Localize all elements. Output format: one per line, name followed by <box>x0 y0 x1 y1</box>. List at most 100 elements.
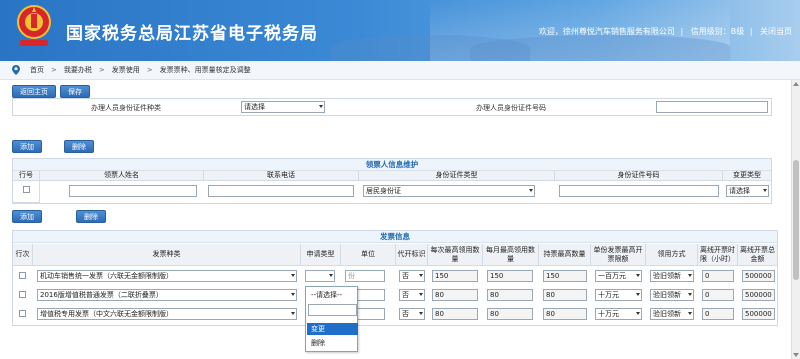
col-hold-max: 持票最高数量 <box>539 244 591 266</box>
site-title: 国家税务总局江苏省电子税务局 <box>66 24 318 44</box>
invoice-type-select[interactable]: 机动车销售统一发票（六联无金额限制版） <box>37 270 297 282</box>
recipient-id-type-select[interactable]: 居民身份证 <box>363 185 535 197</box>
delete-invoice-button[interactable]: 删除 <box>76 210 106 223</box>
add-invoice-button[interactable]: 添加 <box>12 210 42 223</box>
chevron-down-icon <box>763 189 767 192</box>
handler-form: 办理人员身份证件种类 请选择 办理人员身份证件号码 <box>12 98 772 116</box>
recipient-id-type-value: 居民身份证 <box>366 187 401 195</box>
handler-id-type-label: 办理人员身份证件种类 <box>91 104 161 112</box>
col-offline-amount: 离线开票总金额 <box>738 244 777 266</box>
chevron-down-icon <box>291 312 295 315</box>
col-id-type: 身份证件类型 <box>359 171 555 181</box>
per-month-input[interactable]: 80 <box>487 289 533 301</box>
chevron-down-icon <box>688 293 692 296</box>
change-type-value: 请选择 <box>729 187 750 195</box>
offline-hours-input[interactable]: 0 <box>702 308 734 320</box>
dropdown-option-change[interactable]: 变更 <box>307 323 358 335</box>
dropdown-option-delete[interactable]: 删除 <box>307 337 358 349</box>
breadcrumb-tax[interactable]: 我要办税 <box>64 65 92 75</box>
row-checkbox[interactable] <box>19 291 26 298</box>
single-limit-select[interactable]: 十万元 <box>595 289 642 301</box>
delete-recipient-button[interactable]: 删除 <box>64 140 94 153</box>
breadcrumb-separator: > <box>98 66 105 74</box>
vertical-scrollbar[interactable] <box>791 80 800 359</box>
save-button[interactable]: 保存 <box>60 85 90 98</box>
add-recipient-button[interactable]: 添加 <box>12 140 42 153</box>
col-phone: 联系电话 <box>204 171 359 181</box>
handler-id-type-value: 请选择 <box>244 103 265 111</box>
col-unit: 单位 <box>341 244 396 266</box>
single-limit-select[interactable]: 一百万元 <box>595 270 642 282</box>
hold-max-input[interactable]: 80 <box>543 308 587 320</box>
col-change-type: 变更类型 <box>723 171 771 181</box>
invoice-type-value: 增值税专用发票（中文六联无金额限制版） <box>40 310 173 318</box>
back-home-button[interactable]: 返回主页 <box>12 85 56 98</box>
chevron-down-icon <box>688 312 692 315</box>
hold-max-input[interactable]: 80 <box>543 289 587 301</box>
row-checkbox[interactable] <box>19 272 26 279</box>
chevron-down-icon <box>419 274 423 277</box>
chevron-down-icon <box>329 274 333 277</box>
dropdown-placeholder[interactable]: --请选择-- <box>307 289 358 301</box>
chevron-down-icon <box>291 274 295 277</box>
invoice-type-select[interactable]: 增值税专用发票（中文六联无金额限制版） <box>37 308 297 320</box>
offline-amount-input[interactable]: 500000 <box>742 289 775 301</box>
chevron-down-icon <box>636 274 640 277</box>
col-row-no: 行号 <box>13 171 40 181</box>
unit-input[interactable]: 份 <box>345 270 385 282</box>
handler-id-no-label: 办理人员身份证件号码 <box>476 104 546 112</box>
close-page-link[interactable]: 关闭当页 <box>760 27 792 36</box>
apply-type-dropdown[interactable]: --请选择-- 变更 删除 <box>305 286 358 352</box>
per-month-input[interactable]: 80 <box>487 308 533 320</box>
scroll-up-icon[interactable] <box>793 82 799 86</box>
recipient-section-title: 领票人信息维护 <box>13 159 771 171</box>
scroll-down-icon[interactable] <box>793 353 799 357</box>
chevron-down-icon <box>688 274 692 277</box>
invoice-section-title: 发票信息 <box>13 231 777 243</box>
method-value: 验旧领新 <box>653 272 681 280</box>
col-method: 领用方式 <box>646 244 698 266</box>
method-select[interactable]: 验旧领新 <box>650 270 694 282</box>
breadcrumb-home[interactable]: 首页 <box>30 65 44 75</box>
col-per-month: 每月最高领用数量 <box>483 244 539 266</box>
invoice-type-select[interactable]: 2016版增值税普通发票（二联折叠票） <box>37 289 297 301</box>
method-select[interactable]: 验旧领新 <box>650 289 694 301</box>
single-limit-select[interactable]: 十万元 <box>595 308 642 320</box>
agent-flag-select[interactable]: 否 <box>399 289 425 301</box>
user-info: 欢迎，徐州尊悦汽车销售服务有限公司 | 信用级别：B级 | 关闭当页 <box>537 26 792 37</box>
change-type-select[interactable]: 请选择 <box>726 185 769 197</box>
invoice-section: 发票信息 行次 发票种类 申请类型 单位 代开标识 每次最高领用数量 每月最高领… <box>12 230 778 326</box>
per-time-input[interactable]: 80 <box>432 308 478 320</box>
recipient-phone-input[interactable] <box>208 185 354 197</box>
method-select[interactable]: 验旧领新 <box>650 308 694 320</box>
per-month-input[interactable]: 150 <box>487 270 533 282</box>
scrollbar-thumb[interactable] <box>793 160 799 280</box>
single-limit-value: 十万元 <box>598 291 619 299</box>
credit-level: 信用级别：B级 <box>690 27 745 36</box>
per-time-input[interactable]: 80 <box>432 289 478 301</box>
offline-amount-input[interactable]: 500000 <box>742 270 775 282</box>
dropdown-search-input[interactable] <box>308 304 357 316</box>
recipient-name-input[interactable] <box>69 185 197 197</box>
chevron-down-icon <box>529 189 533 192</box>
handler-id-no-input[interactable] <box>656 101 768 113</box>
site-header: 国家税务总局江苏省电子税务局 欢迎，徐州尊悦汽车销售服务有限公司 | 信用级别：… <box>0 0 800 61</box>
row-checkbox[interactable] <box>19 310 26 317</box>
col-offline-hours: 离线开票时限（小时） <box>698 244 738 266</box>
breadcrumb-invoice-use[interactable]: 发票使用 <box>112 65 140 75</box>
breadcrumb: 首页 > 我要办税 > 发票使用 > 发票票种、用票量核定及调整 <box>0 61 800 80</box>
offline-hours-input[interactable]: 0 <box>702 270 734 282</box>
row-checkbox[interactable] <box>23 186 30 193</box>
invoice-type-value: 机动车销售统一发票（六联无金额限制版） <box>40 272 173 280</box>
agent-flag-select[interactable]: 否 <box>399 308 425 320</box>
agent-flag-select[interactable]: 否 <box>399 270 425 282</box>
offline-hours-input[interactable]: 0 <box>702 289 734 301</box>
per-time-input[interactable]: 150 <box>432 270 478 282</box>
agent-flag-value: 否 <box>402 310 409 318</box>
hold-max-input[interactable]: 150 <box>543 270 587 282</box>
recipient-id-no-input[interactable] <box>559 185 719 197</box>
chevron-down-icon <box>636 312 640 315</box>
offline-amount-input[interactable]: 500000 <box>742 308 775 320</box>
apply-type-select[interactable] <box>305 270 335 282</box>
handler-id-type-select[interactable]: 请选择 <box>241 101 325 113</box>
